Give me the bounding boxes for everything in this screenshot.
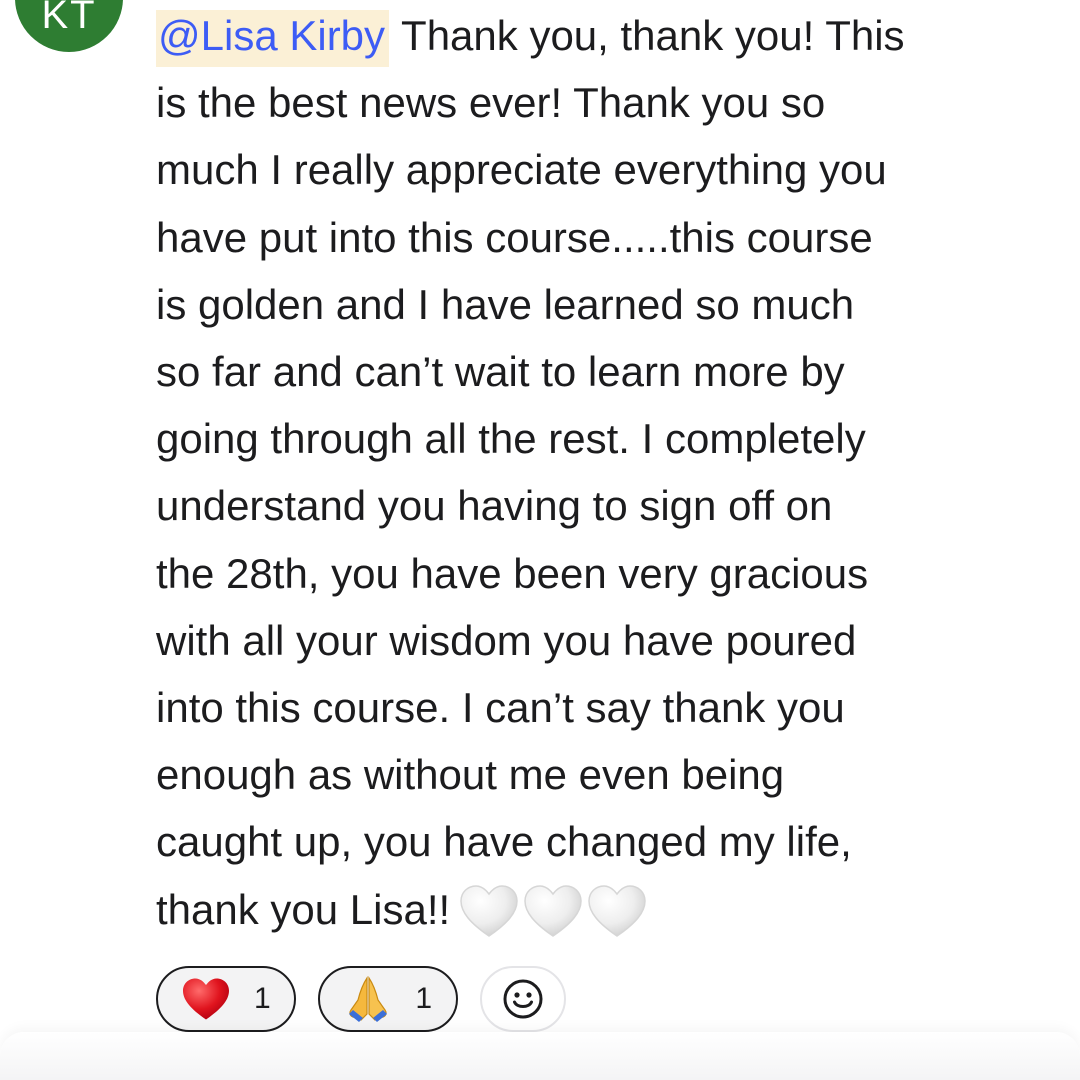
comment-line: the 28th, you have been very gracious — [156, 549, 869, 597]
smiley-add-icon — [503, 979, 543, 1019]
avatar-initials: KT — [41, 0, 97, 37]
reaction-pray-button[interactable]: 1 — [318, 966, 458, 1032]
reactions-bar: 1 1 — [156, 966, 566, 1032]
comment-line-last: thank you Lisa!! — [156, 876, 1036, 943]
mention-link[interactable]: @Lisa Kirby — [156, 10, 390, 67]
comment-line: is golden and I have learned so much — [156, 280, 855, 328]
comment-line: understand you having to sign off on — [156, 482, 833, 530]
bottom-panel — [0, 1032, 1080, 1080]
red-heart-icon — [180, 974, 232, 1024]
comment-line: is the best news ever! Thank you so — [156, 79, 826, 127]
comment-line: have put into this course.....this cours… — [156, 213, 873, 261]
white-heart-icon — [588, 884, 646, 937]
comment-line: much I really appreciate everything you — [156, 146, 887, 194]
comment-line: into this course. I can’t say thank you — [156, 684, 845, 732]
avatar[interactable]: KT — [15, 0, 123, 52]
white-heart-icon — [524, 884, 582, 937]
comment-line: with all your wisdom you have poured — [156, 616, 857, 664]
folded-hands-icon — [342, 974, 393, 1024]
comment-line: so far and can’t wait to learn more by — [156, 348, 845, 396]
comment-line: going through all the rest. I completely — [156, 415, 866, 463]
comment-body: @Lisa Kirby Thank you, thank you! This is… — [156, 2, 1036, 943]
reaction-heart-button[interactable]: 1 — [156, 966, 296, 1032]
comment-line: caught up, you have changed my life, — [156, 818, 852, 866]
reaction-count: 1 — [254, 982, 271, 1015]
white-heart-icon — [460, 884, 518, 937]
white-hearts — [458, 883, 648, 939]
comment-text: thank you Lisa!! — [156, 885, 451, 933]
reaction-count: 1 — [415, 982, 432, 1015]
comment-text: Thank you, thank you! This — [401, 12, 905, 59]
comment-line: enough as without me even being — [156, 751, 785, 799]
add-reaction-button[interactable] — [480, 966, 566, 1032]
comment-line-1: @Lisa Kirby Thank you, thank you! This — [156, 2, 1036, 69]
